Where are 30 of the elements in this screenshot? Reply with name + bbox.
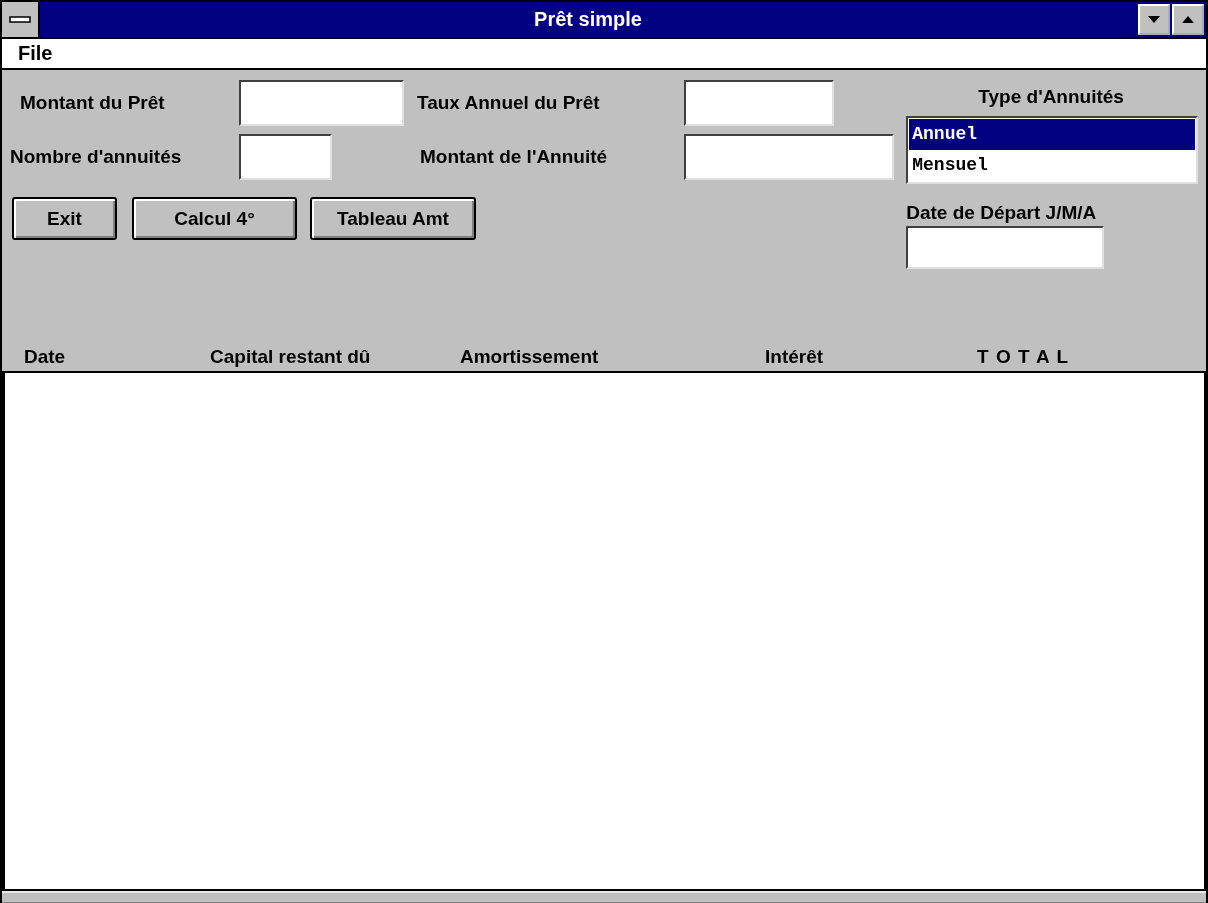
list-option[interactable]: Mensuel [909, 150, 1196, 182]
field-label: Montant du Prêt [19, 92, 166, 115]
list-option[interactable]: Annuel [909, 119, 1196, 151]
field-label: Date de Départ J/M/A [906, 202, 1098, 225]
minimize-button[interactable] [1138, 4, 1170, 36]
field-label: Nombre d'annuités [9, 146, 183, 169]
action-button[interactable]: Calcul 4° [132, 197, 297, 241]
field-label: Montant de l'Annuité [420, 146, 609, 169]
bar-icon [9, 15, 31, 24]
field-label: Taux Annuel du Prêt [417, 92, 601, 115]
column-header: Intérêt [765, 346, 825, 368]
action-button[interactable]: Exit [12, 197, 117, 241]
input-field[interactable] [239, 80, 404, 127]
action-button[interactable]: Tableau Amt [310, 197, 476, 241]
input-field[interactable] [684, 80, 834, 127]
annuity-type-listbox[interactable]: Annuel Mensuel [906, 116, 1199, 185]
date-field[interactable] [906, 226, 1105, 270]
down-triangle-icon [1148, 16, 1160, 23]
column-header: T O T A L [977, 346, 1071, 368]
input-field[interactable] [684, 134, 894, 181]
column-header: Amortissement [460, 346, 600, 368]
menu-item[interactable]: File [14, 42, 57, 66]
maximize-button[interactable] [1172, 4, 1204, 36]
up-triangle-icon [1182, 16, 1194, 23]
column-header: Date [24, 346, 67, 368]
listbox-label: Type d'Annuités [978, 86, 1124, 109]
column-header: Capital restant dû [210, 346, 372, 368]
window-title: Prêt simple [534, 8, 642, 31]
system-menu-button[interactable] [2, 2, 40, 38]
input-field[interactable] [239, 134, 332, 181]
